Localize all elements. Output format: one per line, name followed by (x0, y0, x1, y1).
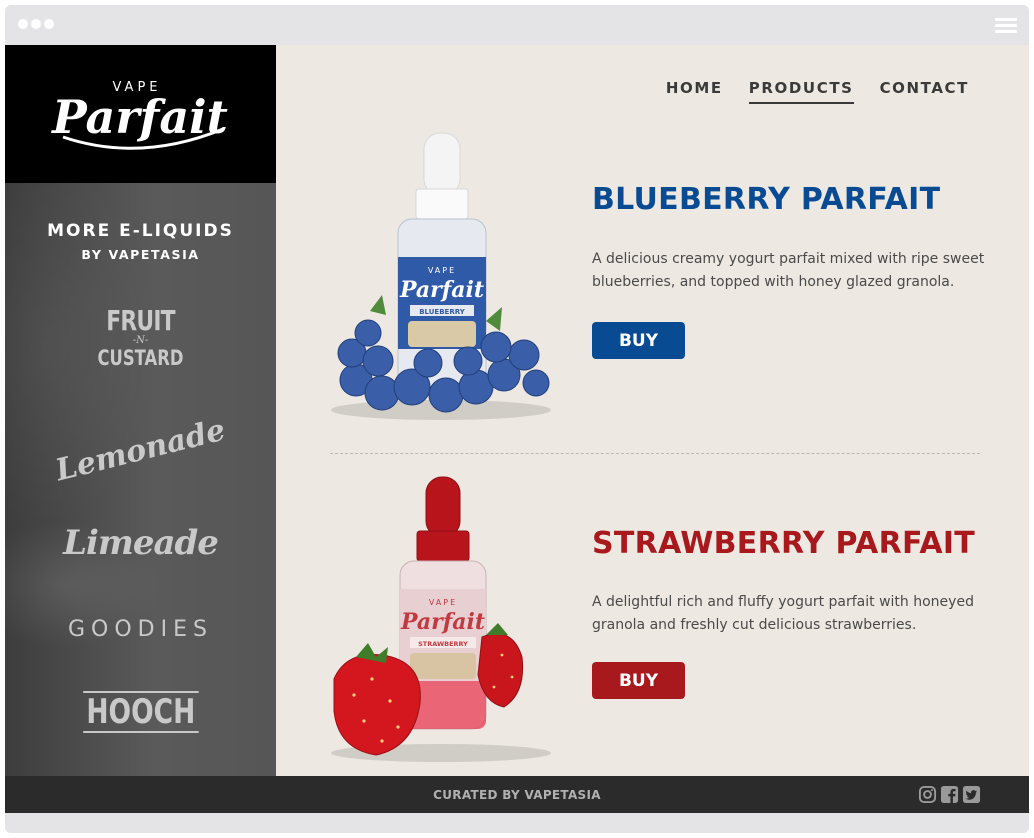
window-dot-icon[interactable] (31, 19, 41, 29)
sidebar: VAPE Parfait MORE E-LIQUIDS BY VAPETASIA… (5, 45, 276, 776)
brand-fruit-line3: CUSTARD (97, 346, 184, 370)
nav-home[interactable]: HOME (666, 79, 723, 104)
site-logo[interactable]: VAPE Parfait (5, 45, 276, 183)
product-description: A delicious creamy yogurt parfait mixed … (592, 251, 985, 290)
window-dot-icon[interactable] (44, 19, 54, 29)
hamburger-icon[interactable] (995, 18, 1017, 33)
footer-credit: CURATED BY VAPETASIA (433, 788, 601, 802)
nav-contact[interactable]: CONTACT (880, 79, 969, 104)
social-links (918, 785, 981, 804)
facebook-icon[interactable] (940, 785, 959, 804)
instagram-icon[interactable] (918, 785, 937, 804)
svg-text:VAPE: VAPE (429, 598, 457, 607)
brand-hooch-label: HOOCH (82, 691, 199, 733)
browser-frame: VAPE Parfait MORE E-LIQUIDS BY VAPETASIA… (5, 5, 1029, 833)
more-eliquids-title: MORE E-LIQUIDS (47, 221, 234, 241)
svg-text:Parfait: Parfait (399, 277, 484, 303)
brand-fruit-line1: FRUIT (106, 304, 175, 337)
svg-text:Parfait: Parfait (400, 609, 485, 635)
buy-strawberry-button[interactable]: BUY (592, 662, 685, 699)
window-controls (18, 19, 54, 29)
product-name: STRAWBERRY PARFAIT (592, 526, 976, 561)
window-dot-icon[interactable] (18, 19, 28, 29)
twitter-icon[interactable] (962, 785, 981, 804)
nav-products[interactable]: PRODUCTS (748, 79, 854, 104)
footer: CURATED BY VAPETASIA (5, 776, 1029, 813)
main-nav: HOME PRODUCTS CONTACT (666, 79, 969, 104)
svg-text:STRAWBERRY: STRAWBERRY (418, 640, 468, 648)
svg-text:BLUEBERRY: BLUEBERRY (419, 308, 466, 316)
main-content: HOME PRODUCTS CONTACT VAPE Parfait BLUEB… (276, 45, 1029, 776)
brand-fruit-n-custard[interactable]: FRUIT -N- CUSTARD (5, 304, 276, 370)
window-bottom-bar (5, 813, 1029, 833)
brand-limeade[interactable]: Limeade (5, 523, 276, 563)
blueberry-bottle-image: VAPE Parfait BLUEBERRY (331, 132, 551, 420)
window-chrome (5, 5, 1029, 45)
product-description: A delightful rich and fluffy yogurt parf… (592, 594, 974, 633)
strawberry-bottle-image: VAPE Parfait STRAWBERRY (331, 476, 551, 762)
svg-text:VAPE: VAPE (428, 266, 456, 275)
brand-goodies[interactable]: GOODIES (5, 617, 276, 642)
more-eliquids-subtitle: BY VAPETASIA (81, 247, 200, 262)
vape-parfait-logo-icon: VAPE Parfait (50, 80, 228, 150)
product-divider (330, 453, 980, 454)
buy-blueberry-button[interactable]: BUY (592, 322, 685, 359)
product-name: BLUEBERRY PARFAIT (592, 182, 941, 217)
brand-hooch[interactable]: HOOCH (5, 691, 276, 733)
